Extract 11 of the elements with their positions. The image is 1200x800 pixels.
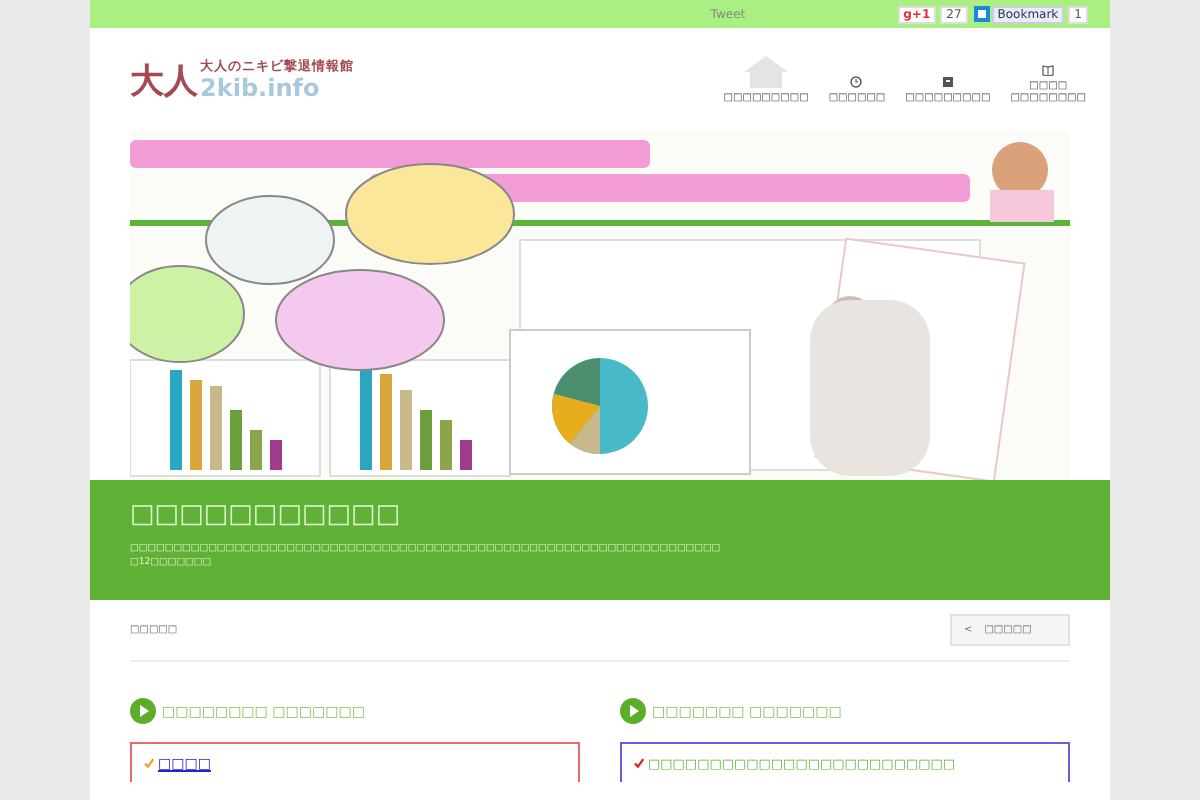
archive-icon — [941, 75, 954, 87]
page-title: □□□□□□□□□□□ — [130, 500, 403, 530]
book-icon — [1042, 63, 1055, 75]
check-icon — [144, 758, 154, 768]
logo-mark: 大人 — [130, 66, 198, 100]
clock-icon — [850, 75, 863, 87]
play-icon — [620, 698, 646, 724]
check-icon — [634, 758, 644, 768]
bookmark-icon[interactable] — [973, 6, 990, 22]
house-icon — [744, 55, 789, 87]
play-icon — [130, 698, 156, 724]
